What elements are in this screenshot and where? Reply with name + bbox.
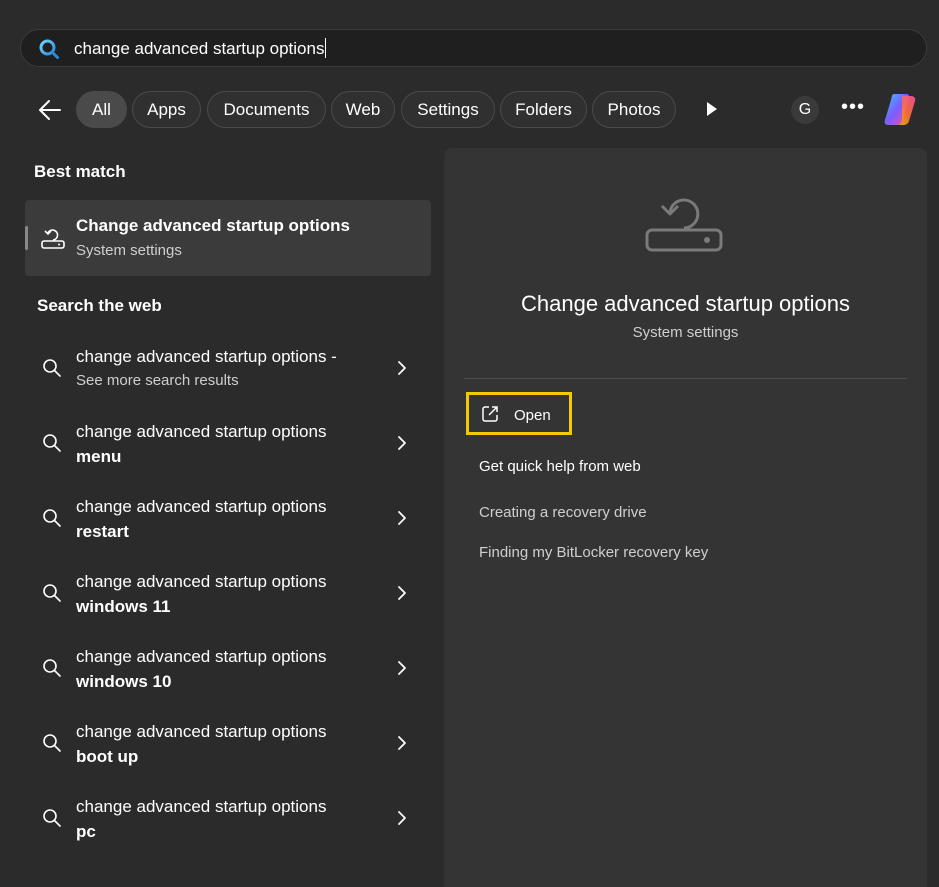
search-icon (43, 584, 61, 602)
web-result-query: change advanced startup options (76, 647, 327, 666)
best-match-subtitle: System settings (76, 242, 182, 259)
search-input[interactable]: change advanced startup options (74, 38, 327, 59)
chevron-right-icon[interactable] (395, 659, 409, 677)
filter-chip-photos[interactable]: Photos (592, 91, 676, 128)
best-match-item[interactable]: Change advanced startup options System s… (25, 200, 431, 276)
web-result-query: change advanced startup options (76, 422, 327, 441)
filter-chip-folders[interactable]: Folders (500, 91, 587, 128)
web-result-query: change advanced startup options (76, 497, 327, 516)
web-result-query: change advanced startup options (76, 722, 327, 741)
web-result-item[interactable]: change advanced startup options menu (25, 422, 431, 492)
divider (464, 378, 907, 379)
startup-recovery-icon (645, 198, 723, 252)
chevron-right-icon[interactable] (395, 434, 409, 452)
search-query-text: change advanced startup options (74, 39, 325, 58)
web-result-suffix: windows 10 (76, 672, 172, 691)
web-result-suffix: menu (76, 447, 122, 466)
web-result-item[interactable]: change advanced startup options windows 1… (25, 647, 431, 717)
preview-panel: Change advanced startup options System s… (444, 148, 927, 887)
chevron-right-icon[interactable] (395, 734, 409, 752)
open-external-icon (482, 406, 498, 422)
search-icon (43, 809, 61, 827)
web-result-suffix: restart (76, 522, 129, 541)
web-result-suffix: pc (76, 822, 96, 841)
search-icon (43, 734, 61, 752)
web-result-query: change advanced startup options (76, 572, 327, 591)
copilot-icon[interactable] (882, 90, 922, 128)
web-result-item[interactable]: change advanced startup options - See mor… (25, 347, 431, 417)
open-button[interactable]: Open (466, 392, 572, 435)
filter-chip-settings[interactable]: Settings (401, 91, 495, 128)
web-result-query: change advanced startup options (76, 797, 327, 816)
filter-chip-web[interactable]: Web (331, 91, 395, 128)
chevron-right-icon[interactable] (395, 359, 409, 377)
web-result-suffix: windows 11 (76, 597, 171, 616)
best-match-title: Change advanced startup options (76, 216, 350, 235)
filter-chip-all[interactable]: All (76, 91, 127, 128)
web-result-suffix: See more search results (76, 372, 239, 389)
account-avatar[interactable]: G (791, 96, 819, 124)
search-icon (43, 434, 61, 452)
web-result-item[interactable]: change advanced startup options boot up (25, 722, 431, 792)
search-web-heading: Search the web (37, 296, 162, 315)
web-result-suffix: boot up (76, 747, 139, 766)
best-match-heading: Best match (34, 162, 126, 181)
chevron-right-icon[interactable] (395, 584, 409, 602)
selection-indicator (25, 226, 28, 250)
web-result-item[interactable]: change advanced startup options restart (25, 497, 431, 567)
startup-recovery-icon (41, 229, 65, 249)
preview-title: Change advanced startup options (520, 291, 850, 316)
web-result-query: change advanced startup options - (76, 347, 337, 366)
play-icon[interactable] (700, 98, 722, 120)
search-icon (39, 39, 59, 59)
back-arrow-icon[interactable] (36, 96, 64, 124)
search-icon (43, 359, 61, 377)
more-options-icon[interactable]: ••• (840, 96, 866, 122)
search-icon (43, 659, 61, 677)
help-link-recovery-drive[interactable]: Creating a recovery drive (479, 504, 647, 521)
chevron-right-icon[interactable] (395, 809, 409, 827)
filter-chip-documents[interactable]: Documents (207, 91, 326, 128)
quick-help-heading: Get quick help from web (479, 458, 641, 475)
web-result-item[interactable]: change advanced startup options pc (25, 797, 431, 867)
search-icon (43, 509, 61, 527)
search-box[interactable]: change advanced startup options (20, 29, 927, 67)
open-label: Open (514, 407, 551, 424)
chevron-right-icon[interactable] (395, 509, 409, 527)
help-link-bitlocker-key[interactable]: Finding my BitLocker recovery key (479, 544, 708, 561)
filter-chip-apps[interactable]: Apps (132, 91, 201, 128)
web-result-item[interactable]: change advanced startup options windows 1… (25, 572, 431, 642)
text-caret (325, 38, 327, 58)
preview-subtitle: System settings (632, 324, 739, 341)
